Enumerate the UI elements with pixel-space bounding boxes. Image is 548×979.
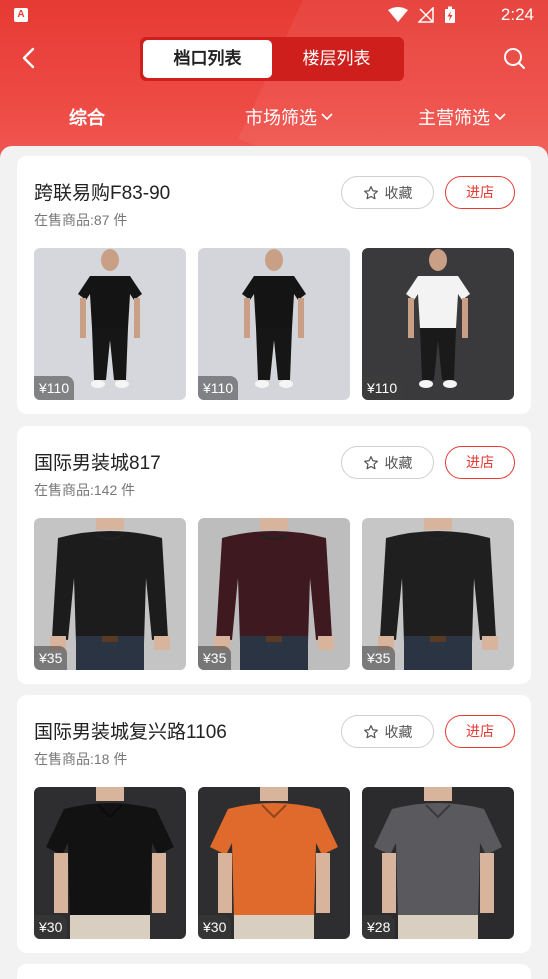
star-icon: [363, 724, 378, 738]
store-item-count: 在售商品:87 件: [34, 212, 128, 228]
product-price: ¥110: [34, 376, 75, 400]
star-icon: [363, 455, 378, 469]
store-item-count: 在售商品:18 件: [34, 751, 128, 767]
favorite-label: 收藏: [384, 454, 413, 471]
product-thumbnail[interactable]: ¥35: [198, 518, 350, 670]
search-icon[interactable]: [502, 46, 526, 70]
favorite-label: 收藏: [384, 184, 413, 201]
product-thumbnail[interactable]: ¥35: [362, 518, 514, 670]
store-card[interactable]: 国际男装城817 在售商品:142 件 收藏 进店 ¥35 ¥35 ¥35: [17, 426, 531, 684]
tab-floor-list[interactable]: 楼层列表: [272, 40, 401, 78]
store-item-count: 在售商品:142 件: [34, 482, 136, 498]
product-price: ¥35: [362, 646, 396, 670]
favorite-button[interactable]: 收藏: [341, 715, 434, 748]
filter-comprehensive-label: 综合: [69, 108, 105, 128]
product-price: ¥30: [34, 915, 68, 939]
product-price: ¥28: [362, 915, 396, 939]
star-icon: [363, 185, 378, 199]
favorite-button[interactable]: 收藏: [341, 446, 434, 479]
product-thumbnail[interactable]: ¥30: [198, 787, 350, 939]
filter-main-business-label: 主营筛选: [418, 108, 490, 128]
product-thumbnail[interactable]: ¥30: [34, 787, 186, 939]
favorite-button[interactable]: 收藏: [341, 176, 434, 209]
wifi-icon: [388, 7, 408, 22]
filter-comprehensive[interactable]: 综合: [69, 104, 105, 130]
product-price: ¥35: [198, 646, 232, 670]
filter-bar: 综合 市场筛选 主营筛选: [0, 100, 548, 134]
favorite-label: 收藏: [384, 723, 413, 740]
product-thumbnail[interactable]: ¥28: [362, 787, 514, 939]
store-list[interactable]: 跨联易购F83-90 在售商品:87 件 收藏 进店 ¥110 ¥110 ¥110 …: [0, 146, 548, 979]
product-thumbnail[interactable]: ¥110: [34, 248, 186, 400]
app-notification-icon: A: [14, 8, 28, 22]
enter-store-button[interactable]: 进店: [445, 715, 515, 748]
store-name: 国际男装城复兴路1106: [34, 722, 227, 743]
product-thumbnail[interactable]: ¥35: [34, 518, 186, 670]
enter-store-button[interactable]: 进店: [445, 446, 515, 479]
product-thumbnail[interactable]: ¥110: [198, 248, 350, 400]
filter-market[interactable]: 市场筛选: [245, 104, 333, 130]
battery-icon: [445, 6, 455, 23]
store-card[interactable]: 跨联易购F83-90 在售商品:87 件 收藏 进店 ¥110 ¥110 ¥110: [17, 156, 531, 414]
filter-main-business[interactable]: 主营筛选: [418, 104, 506, 130]
chevron-down-icon: [494, 113, 506, 121]
back-arrow-icon[interactable]: [18, 46, 42, 70]
status-icons: [388, 6, 456, 24]
no-signal-icon: [418, 7, 434, 23]
store-card-partial: [17, 964, 531, 979]
chevron-down-icon: [321, 113, 333, 121]
segment-control: 档口列表 楼层列表: [140, 37, 404, 81]
enter-store-button[interactable]: 进店: [445, 176, 515, 209]
product-thumbnail[interactable]: ¥110: [362, 248, 514, 400]
product-price: ¥110: [362, 376, 403, 400]
status-bar: A 2:24: [0, 0, 548, 30]
tab-stall-list[interactable]: 档口列表: [143, 40, 272, 78]
store-name: 跨联易购F83-90: [34, 183, 171, 204]
product-price: ¥35: [34, 646, 68, 670]
filter-market-label: 市场筛选: [245, 108, 317, 128]
status-time: 2:24: [500, 5, 534, 24]
store-name: 国际男装城817: [34, 453, 161, 474]
product-price: ¥110: [198, 376, 239, 400]
store-card[interactable]: 国际男装城复兴路1106 在售商品:18 件 收藏 进店 ¥30 ¥30 ¥28: [17, 695, 531, 953]
product-price: ¥30: [198, 915, 232, 939]
